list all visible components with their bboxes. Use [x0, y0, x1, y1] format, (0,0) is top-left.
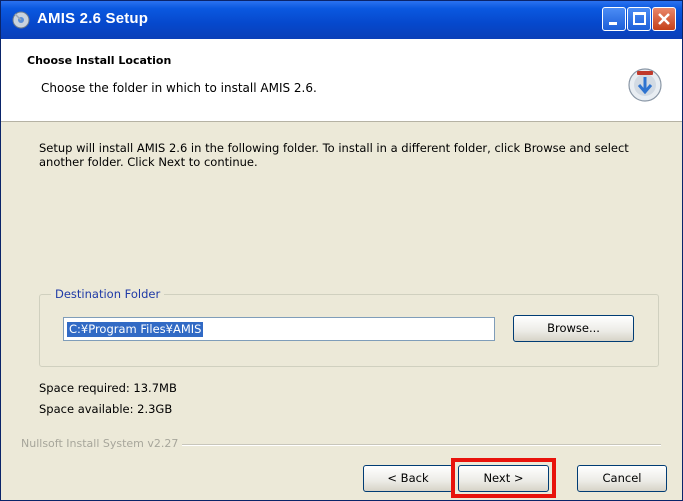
minimize-icon: [609, 22, 617, 25]
disc-logo-icon: [627, 67, 663, 103]
page-title: Choose Install Location: [27, 54, 172, 67]
browse-button[interactable]: Browse...: [513, 315, 634, 342]
close-icon: [658, 13, 670, 25]
window-title: AMIS 2.6 Setup: [37, 10, 149, 27]
title-bar[interactable]: AMIS 2.6 Setup: [1, 1, 682, 39]
branding-text: Nullsoft Install System v2.27: [21, 437, 183, 450]
install-description: Setup will install AMIS 2.6 in the follo…: [39, 141, 629, 169]
maximize-button[interactable]: [627, 7, 651, 31]
destination-folder-label: Destination Folder: [51, 287, 165, 301]
destination-path-value: C:¥Program Files¥AMIS: [67, 322, 204, 337]
maximize-icon: [633, 12, 646, 25]
back-button[interactable]: < Back: [363, 465, 453, 492]
installer-icon: [11, 10, 31, 30]
close-button[interactable]: [652, 7, 676, 31]
next-button-highlight: [451, 458, 556, 498]
page-subtitle: Choose the folder in which to install AM…: [41, 81, 317, 95]
space-required: Space required: 13.7MB: [39, 381, 177, 395]
cancel-button[interactable]: Cancel: [577, 465, 667, 492]
setup-window: AMIS 2.6 Setup Choose Install Location C…: [0, 0, 683, 501]
minimize-button[interactable]: [602, 7, 626, 31]
space-available: Space available: 2.3GB: [39, 402, 173, 416]
destination-path-input[interactable]: C:¥Program Files¥AMIS: [63, 317, 495, 341]
